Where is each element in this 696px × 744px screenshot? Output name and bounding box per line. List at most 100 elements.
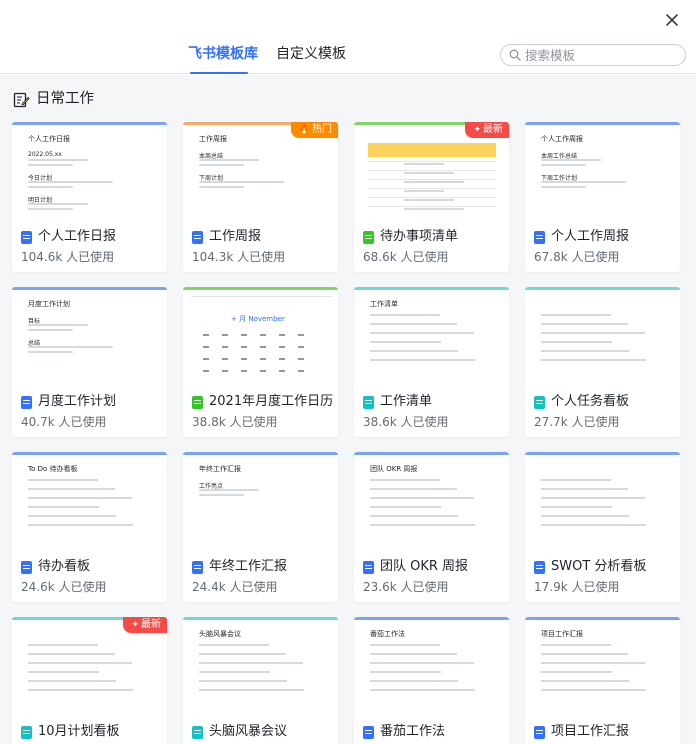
search-input[interactable] <box>525 47 675 63</box>
tab-custom-templates[interactable]: 自定义模板 <box>276 44 346 64</box>
template-card[interactable]: 工作清单工作清单 38.6k 人已使用 <box>354 287 509 437</box>
card-info: 工作周报 104.3k 人已使用 <box>183 217 338 272</box>
tab-feishu-templates[interactable]: 飞书模板库 <box>188 44 258 64</box>
template-card[interactable]: + 月 November 2021年月度工作日历 38.8k 人已使用 <box>183 287 338 437</box>
template-card[interactable]: 番茄工作法 番茄工作法 <box>354 617 509 744</box>
template-name: 待办看板 <box>38 559 91 574</box>
template-usage: 24.6k 人已使用 <box>21 580 107 594</box>
preview-title: 年终工作汇报 <box>199 465 241 473</box>
template-card[interactable]: ✦ 最新 10月计划看板 <box>12 617 167 744</box>
doc-file-icon <box>192 230 203 244</box>
template-preview: 工作清单 <box>354 290 509 382</box>
search-icon <box>509 49 521 61</box>
template-name: SWOT 分析看板 <box>551 559 647 574</box>
template-name-row: 待办事项清单 <box>363 229 458 245</box>
badge-label: 最新 <box>483 124 503 135</box>
template-card[interactable]: SWOT 分析看板 17.9k 人已使用 <box>525 452 680 602</box>
template-usage: 38.6k 人已使用 <box>363 415 449 429</box>
template-name: 个人工作周报 <box>551 229 630 244</box>
template-card[interactable]: 头脑风暴会议 头脑风暴会议 <box>183 617 338 744</box>
template-name: 头脑风暴会议 <box>209 724 288 739</box>
section-title: 日常工作 <box>36 91 94 107</box>
sheet-file-icon <box>363 230 374 244</box>
template-name-row: 工作周报 <box>192 229 261 245</box>
template-card[interactable]: 年终工作汇报 工作亮点 年终工作汇报 24.4k 人已使用 <box>183 452 338 602</box>
close-button[interactable] <box>661 9 683 31</box>
template-name: 10月计划看板 <box>38 724 120 739</box>
template-name-row: 个人工作周报 <box>534 229 629 245</box>
template-card[interactable]: ✦ 最新 待办事项清单 68.6k 人已使用 <box>354 122 509 272</box>
template-card[interactable]: 个人任务看板 27.7k 人已使用 <box>525 287 680 437</box>
template-preview: 项目工作汇报 <box>525 620 680 712</box>
card-info: SWOT 分析看板 17.9k 人已使用 <box>525 547 680 602</box>
card-info: 个人工作日报 104.6k 人已使用 <box>12 217 167 272</box>
template-usage: 17.9k 人已使用 <box>534 580 620 594</box>
template-name-row: 2021年月度工作日历 <box>192 394 333 410</box>
template-dialog-header: 飞书模板库 自定义模板 <box>0 0 696 74</box>
template-name: 工作周报 <box>209 229 262 244</box>
template-gallery: 日常工作 个人工作日报 2022.05.xx 今日计划 明日计划 个人工作日报 104.6… <box>0 75 696 744</box>
template-card[interactable]: 个人工作日报 2022.05.xx 今日计划 明日计划 个人工作日报 104.6k 人已使… <box>12 122 167 272</box>
template-preview <box>354 125 509 217</box>
template-usage: 40.7k 人已使用 <box>21 415 107 429</box>
template-name: 番茄工作法 <box>380 724 446 739</box>
template-preview: 月度工作计划 目标 总结 <box>12 290 167 382</box>
template-name-row: 项目工作汇报 <box>534 724 629 740</box>
template-card[interactable]: 工作周报 本周总结 下周计划 🔥 热门工作周报 104.3k 人已使用 <box>183 122 338 272</box>
preview-title: 头脑风暴会议 <box>199 630 241 638</box>
badge-label: 热门 <box>312 124 332 135</box>
search-box[interactable] <box>500 44 686 66</box>
card-info: 项目工作汇报 <box>525 712 680 744</box>
preview-title: + 月 November <box>231 315 285 323</box>
template-card[interactable]: To Do 待办看板待办看板 24.6k 人已使用 <box>12 452 167 602</box>
template-usage: 38.8k 人已使用 <box>192 415 278 429</box>
doc-file-icon <box>534 560 545 574</box>
template-name-row: 年终工作汇报 <box>192 559 287 575</box>
close-icon <box>666 14 678 26</box>
preview-title: 工作清单 <box>370 300 398 308</box>
template-preview: 番茄工作法 <box>354 620 509 712</box>
preview-title: 团队 OKR 周报 <box>370 465 418 473</box>
template-card[interactable]: 团队 OKR 周报 团队 OKR 周报 23.6k 人已使用 <box>354 452 509 602</box>
doc-file-icon <box>21 230 32 244</box>
template-preview: 个人工作日报 2022.05.xx 今日计划 明日计划 <box>12 125 167 217</box>
template-usage: 24.4k 人已使用 <box>192 580 278 594</box>
template-name-row: 团队 OKR 周报 <box>363 559 468 575</box>
doc-file-icon <box>534 725 545 739</box>
template-name: 个人任务看板 <box>551 394 630 409</box>
preview-title: To Do 待办看板 <box>28 465 78 473</box>
template-usage: 27.7k 人已使用 <box>534 415 620 429</box>
template-badge: 🔥 热门 <box>290 122 338 138</box>
card-info: 年终工作汇报 24.4k 人已使用 <box>183 547 338 602</box>
preview-title: 个人工作周报 <box>541 135 583 143</box>
template-card[interactable]: 月度工作计划 目标 总结月度工作计划 40.7k 人已使用 <box>12 287 167 437</box>
card-info: 工作清单 38.6k 人已使用 <box>354 382 509 437</box>
template-name-row: 头脑风暴会议 <box>192 724 287 740</box>
template-preview: + 月 November <box>183 290 338 382</box>
template-preview: 工作周报 本周总结 下周计划 <box>183 125 338 217</box>
board-file-icon <box>363 395 374 409</box>
badge-label: 最新 <box>141 619 161 630</box>
template-card[interactable]: 个人工作周报 本周工作总结 下周工作计划 个人工作周报 67.8k 人已使用 <box>525 122 680 272</box>
card-info: 月度工作计划 40.7k 人已使用 <box>12 382 167 437</box>
card-info: 10月计划看板 <box>12 712 167 744</box>
preview-title: 番茄工作法 <box>370 630 405 638</box>
template-name: 月度工作计划 <box>38 394 117 409</box>
template-name-row: 10月计划看板 <box>21 724 120 740</box>
badge-icon: ✦ <box>131 620 139 630</box>
template-preview: 年终工作汇报 工作亮点 <box>183 455 338 547</box>
board-file-icon <box>21 725 32 739</box>
template-card[interactable]: 项目工作汇报 项目工作汇报 <box>525 617 680 744</box>
template-preview: 头脑风暴会议 <box>183 620 338 712</box>
badge-icon: 🔥 <box>298 125 310 135</box>
template-usage: 104.6k 人已使用 <box>21 250 115 264</box>
template-name: 团队 OKR 周报 <box>380 559 469 574</box>
template-name: 年终工作汇报 <box>209 559 288 574</box>
card-info: 个人任务看板 27.7k 人已使用 <box>525 382 680 437</box>
note-edit-icon <box>13 92 30 107</box>
template-name-row: SWOT 分析看板 <box>534 559 646 575</box>
template-name: 项目工作汇报 <box>551 724 630 739</box>
template-name-row: 番茄工作法 <box>363 724 445 740</box>
template-preview <box>525 455 680 547</box>
preview-title: 个人工作日报 <box>28 135 70 143</box>
